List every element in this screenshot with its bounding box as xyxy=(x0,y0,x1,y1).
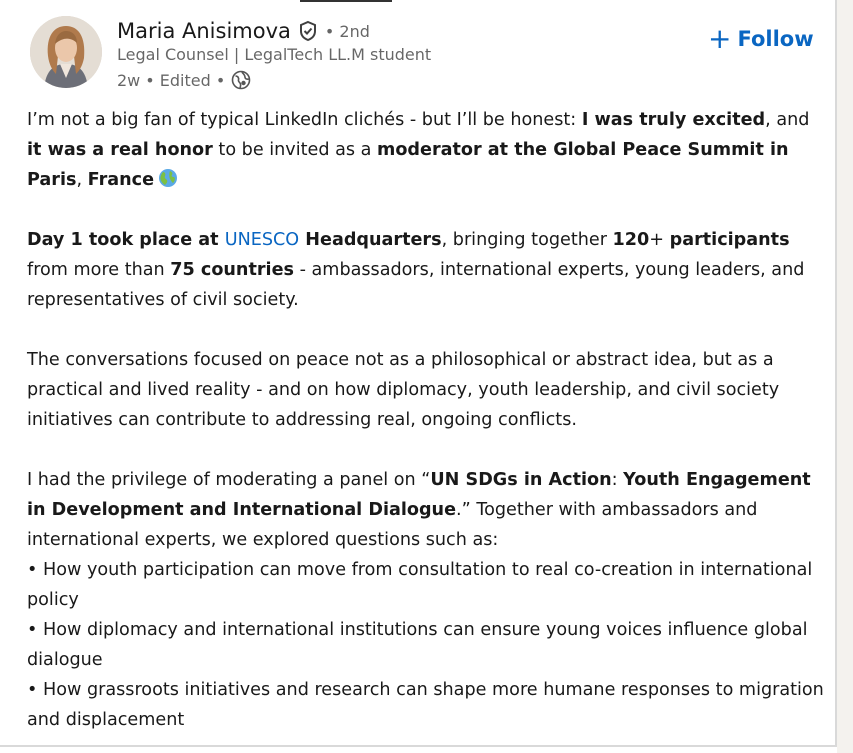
bold-span: Headquarters xyxy=(299,230,442,250)
bold-span: 75 countries xyxy=(170,260,294,280)
post-paragraph-3: The conversations focused on peace not a… xyxy=(27,350,780,430)
globe-earth-emoji-icon xyxy=(159,169,178,187)
author-name-row: Maria Anisimova • 2nd xyxy=(117,16,370,46)
avatar-photo-icon xyxy=(30,16,102,88)
bullet-item: • How diplomacy and international instit… xyxy=(27,620,808,670)
plus-icon: + xyxy=(708,22,732,55)
globe-icon xyxy=(231,70,251,90)
bold-span: it was a real honor xyxy=(27,140,213,160)
bullet-item: • How youth participation can move from … xyxy=(27,560,813,610)
bold-span: UN SDGs in Action xyxy=(430,470,612,490)
unesco-link[interactable]: UNESCO xyxy=(225,230,299,250)
tab-indicator xyxy=(300,0,392,2)
text-span: : xyxy=(611,470,624,490)
bullet-item: • How grassroots initiatives and researc… xyxy=(27,680,824,730)
post-paragraph-1: I’m not a big fan of typical LinkedIn cl… xyxy=(27,105,827,195)
connection-degree: • 2nd xyxy=(324,21,370,41)
author-name[interactable]: Maria Anisimova xyxy=(117,19,291,43)
post-meta: 2w • Edited • xyxy=(117,69,251,91)
text-span: to be invited as a xyxy=(212,140,377,160)
bold-span: Day 1 took place at xyxy=(27,230,225,250)
post-time[interactable]: 2w xyxy=(117,71,140,90)
bold-span: 120 xyxy=(612,230,650,250)
edited-label: • Edited • xyxy=(145,70,226,90)
author-avatar[interactable] xyxy=(30,16,102,88)
verified-shield-icon xyxy=(299,20,316,42)
text-span: , and xyxy=(765,110,810,130)
post-paragraph-4: I had the privilege of moderating a pane… xyxy=(27,465,827,735)
follow-label: Follow xyxy=(737,27,814,51)
text-span: I had the privilege of moderating a pane… xyxy=(27,470,431,490)
author-headline: Legal Counsel | LegalTech LL.M student xyxy=(117,45,432,64)
bold-span: I was truly excited xyxy=(581,110,766,130)
post-card: Maria Anisimova • 2nd Legal Counsel | Le… xyxy=(0,0,837,747)
bold-span: participants xyxy=(669,230,790,250)
follow-button[interactable]: + Follow xyxy=(708,22,814,56)
page-background-strip xyxy=(837,0,853,753)
text-span: + xyxy=(649,230,670,250)
text-span: I’m not a big fan of typical LinkedIn cl… xyxy=(27,110,582,130)
text-span: , xyxy=(76,170,88,190)
post-text: I’m not a big fan of typical LinkedIn cl… xyxy=(27,105,827,735)
bold-span: France xyxy=(87,170,155,190)
text-span: , bringing together xyxy=(441,230,613,250)
post-paragraph-2: Day 1 took place at UNESCO Headquarters,… xyxy=(27,225,827,315)
text-span: from more than xyxy=(27,260,171,280)
